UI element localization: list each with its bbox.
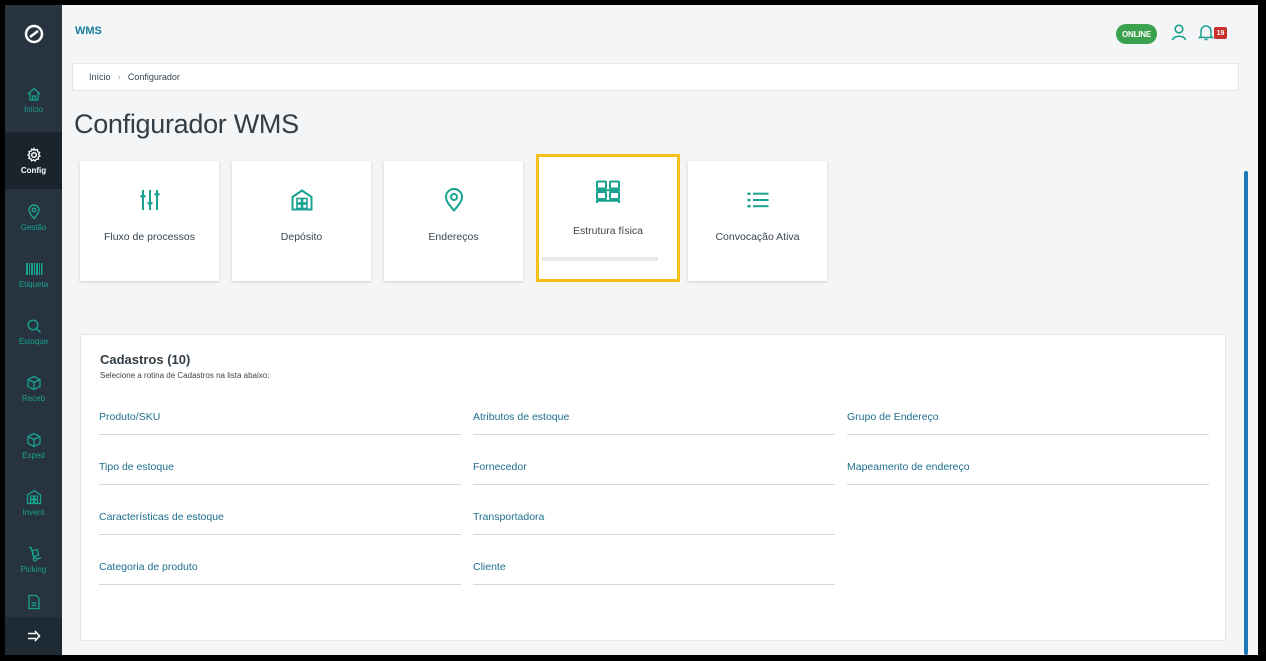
box-icon	[26, 432, 41, 447]
tile-fluxo-de-processos[interactable]: Fluxo de processos	[80, 161, 219, 281]
sidebar-item-label: Picking	[20, 564, 47, 574]
expand-arrow-icon	[27, 630, 41, 642]
gear-icon	[26, 146, 41, 162]
tile-label: Fluxo de processos	[103, 231, 196, 243]
sidebar-item-exped[interactable]: Exped	[5, 417, 62, 474]
list-icon	[747, 185, 769, 215]
sidebar-item-label: Início	[23, 104, 44, 114]
shelves-icon	[595, 177, 621, 207]
sidebar-item-inicio[interactable]: Início	[5, 71, 62, 128]
cadastros-title: Cadastros (10)	[100, 352, 191, 367]
tile-deposito[interactable]: Depósito	[232, 161, 371, 281]
app-logo[interactable]	[5, 5, 62, 62]
hand-truck-icon	[28, 546, 41, 561]
warehouse-icon	[291, 185, 313, 215]
user-icon[interactable]	[1170, 23, 1188, 46]
tile-label: Convocação Ativa	[715, 231, 800, 243]
sidebar-expand-button[interactable]	[5, 617, 62, 655]
sliders-icon	[140, 185, 160, 215]
sidebar-item-label: Receb	[21, 393, 46, 403]
sidebar-item-estoque[interactable]: Estoque	[5, 303, 62, 360]
cadastro-link-caracteristicas-de-estoque[interactable]: Características de estoque	[99, 507, 461, 535]
notification-count-badge: 19	[1214, 27, 1227, 39]
tile-convocacao-ativa[interactable]: Convocação Ativa	[688, 161, 827, 281]
search-icon	[26, 318, 41, 333]
home-icon	[27, 87, 40, 101]
cadastro-link-fornecedor[interactable]: Fornecedor	[473, 457, 835, 485]
tile-highlight-bar	[542, 257, 658, 261]
app-name: WMS	[75, 25, 102, 37]
cadastro-link-categoria-de-produto[interactable]: Categoria de produto	[99, 557, 461, 585]
tile-label: Depósito	[280, 231, 323, 243]
location-pin-icon	[27, 203, 40, 220]
sidebar-item-receb[interactable]: Receb	[5, 360, 62, 417]
cadastro-link-transportadora[interactable]: Transportadora	[473, 507, 835, 535]
sidebar-item-gestao[interactable]: Gestão	[5, 189, 62, 246]
breadcrumb-home-link[interactable]: Início	[89, 72, 111, 82]
tile-enderecos[interactable]: Endereços	[384, 161, 523, 281]
cadastros-panel: Cadastros (10) Selecione a rotina de Cad…	[80, 334, 1226, 641]
tile-label: Estrutura física	[572, 225, 644, 237]
document-icon	[27, 594, 40, 610]
topbar: WMS ONLINE 19	[62, 5, 1258, 60]
cadastro-link-cliente[interactable]: Cliente	[473, 557, 835, 585]
bell-icon[interactable]	[1197, 23, 1215, 46]
app-window: Início Config Gestão Etiqueta Estoque Re…	[5, 5, 1258, 655]
sidebar-item-label: Exped	[22, 450, 45, 460]
cadastro-link-grupo-de-endereco[interactable]: Grupo de Endereço	[847, 407, 1209, 435]
sidebar-item-label: Estoque	[18, 336, 49, 346]
breadcrumb: Início › Configurador	[72, 63, 1239, 91]
cadastro-link-atributos-de-estoque[interactable]: Atributos de estoque	[473, 407, 835, 435]
sidebar: Início Config Gestão Etiqueta Estoque Re…	[5, 5, 62, 655]
sidebar-item-label: Invent	[22, 507, 45, 517]
page-title: Configurador WMS	[74, 109, 299, 139]
sidebar-item-label: Gestão	[20, 222, 47, 232]
cadastro-link-mapeamento-de-endereco[interactable]: Mapeamento de endereço	[847, 457, 1209, 485]
location-pin-icon	[444, 185, 464, 215]
warehouse-icon	[26, 489, 41, 504]
sidebar-item-invent[interactable]: Invent	[5, 474, 62, 531]
cadastros-subtitle: Selecione a rotina de Cadastros na lista…	[100, 371, 270, 380]
cadastro-link-tipo-de-estoque[interactable]: Tipo de estoque	[99, 457, 461, 485]
sidebar-item-etiqueta[interactable]: Etiqueta	[5, 246, 62, 303]
sidebar-item-config[interactable]: Config	[5, 132, 62, 189]
cadastro-link-produto-sku[interactable]: Produto/SKU	[99, 407, 461, 435]
chevron-right-icon: ›	[117, 71, 121, 83]
sidebar-item-label: Etiqueta	[18, 279, 49, 289]
box-icon	[26, 375, 41, 390]
barcode-icon	[25, 262, 42, 275]
sidebar-item-document[interactable]	[5, 588, 62, 617]
tile-estrutura-fisica[interactable]: Estrutura física	[536, 154, 680, 282]
online-status-badge: ONLINE	[1116, 24, 1157, 44]
sidebar-item-picking[interactable]: Picking	[5, 531, 62, 588]
logo-icon	[24, 24, 43, 43]
breadcrumb-current: Configurador	[127, 72, 180, 82]
sidebar-item-label: Config	[20, 165, 47, 175]
page-scrollbar[interactable]	[1244, 171, 1248, 655]
tile-label: Endereços	[428, 231, 479, 243]
